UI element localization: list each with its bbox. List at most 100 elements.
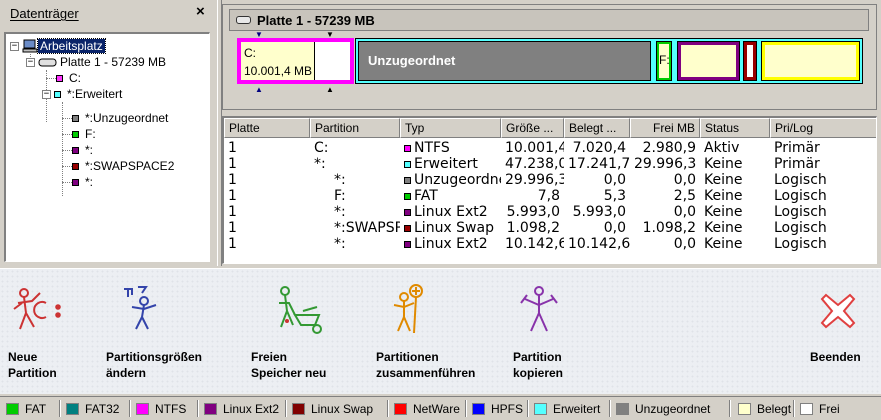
cell-status: Keine (704, 236, 743, 252)
legend-swatch (738, 403, 751, 415)
collapse-icon[interactable]: − (10, 41, 19, 51)
partition-block-unassigned[interactable]: Unzugeordnet (358, 41, 651, 81)
tool-label-line: Neue (8, 350, 38, 364)
merge-icon (393, 284, 423, 334)
cell-used: 5.993,0 (572, 204, 626, 220)
legend-item: FAT32 (66, 402, 119, 416)
partition-block-c[interactable]: C: 10.001,4 MB (237, 38, 354, 84)
partition-block-f[interactable]: F: (656, 41, 672, 81)
column-header-size[interactable]: Größe ... (501, 118, 564, 138)
cell-prilog: Logisch (774, 204, 827, 220)
partition-block-ext2[interactable] (677, 41, 740, 81)
cell-free: 2.980,9 (642, 140, 696, 156)
tree-item-partition[interactable]: *: (72, 174, 93, 190)
table-row[interactable]: 1 *: Linux Ext2 10.142,6 10.142,6 0,0 Keine Log… (224, 236, 876, 252)
cell-status: Aktiv (704, 140, 740, 156)
cell-type: Unzugeordnet (400, 172, 501, 188)
partition-bar: C: 10.001,4 MB Unzugeordnet F: (237, 38, 863, 84)
tree-item-computer[interactable]: − Arbeitsplatz (10, 38, 106, 54)
create-free-space-button[interactable]: Freien Speicher neu (245, 269, 355, 395)
column-header-partition[interactable]: Partition (310, 118, 400, 138)
tool-label-line: zusammenführen (376, 366, 476, 380)
cell-type: Linux Ext2 (400, 236, 501, 252)
tree-item-disk[interactable]: − Platte 1 - 57239 MB (26, 54, 166, 70)
cell-status: Keine (704, 204, 743, 220)
used-space-fill (765, 45, 856, 77)
hard-disk-icon (38, 58, 57, 67)
copy-partition-button[interactable]: Partition kopieren (505, 269, 605, 395)
wheelbarrow-icon (279, 286, 322, 334)
cell-type: Linux Ext2 (400, 204, 501, 220)
tree-item-partition[interactable]: *:SWAPSPACE2 (72, 158, 174, 174)
resize-partition-button[interactable]: Partitionsgrößen ändern (100, 269, 220, 395)
partition-block-extended[interactable]: Unzugeordnet F: (355, 38, 863, 84)
partition-table: Platte Partition Typ Größe ... Belegt ..… (222, 116, 877, 264)
tree-item-label: Platte 1 - 57239 MB (60, 55, 167, 69)
tree-item-partition[interactable]: *:Unzugeordnet (72, 110, 168, 126)
cell-partition: *: (334, 204, 346, 220)
legend-item: NetWare (394, 402, 460, 416)
merge-partitions-button[interactable]: Partitionen zusammenführen (370, 269, 500, 395)
legend-label: FAT32 (85, 402, 120, 416)
tool-label-line: kopieren (513, 366, 564, 380)
legend-item: Linux Swap (292, 402, 373, 416)
cell-size: 1.098,2 (506, 220, 560, 236)
cell-prilog: Primär (774, 156, 820, 172)
legend-swatch (292, 403, 305, 415)
action-toolbar: Neue Partition Partitionsgrößen ändern F… (0, 268, 881, 394)
close-icon[interactable]: × (196, 3, 205, 20)
table-row[interactable]: 1 *: Erweitert 47.238,0 17.241,7 29.996,3 Kein… (224, 156, 876, 172)
tree-item-partition[interactable]: C: (56, 70, 81, 86)
cell-size: 7,8 (537, 188, 560, 204)
legend-divider (197, 400, 199, 417)
legend-label: Linux Ext2 (223, 402, 280, 416)
cell-used: 5,3 (603, 188, 626, 204)
table-row[interactable]: 1 *: Unzugeordnet29.996,3 0,0 0,0 Keine Logisc… (224, 172, 876, 188)
legend-swatch (394, 403, 407, 415)
legend-swatch (472, 403, 485, 415)
tool-label-line: Partition (8, 366, 57, 380)
cell-partition: F: (334, 188, 346, 204)
legend-swatch (204, 403, 217, 415)
table-row[interactable]: 1 *: Linux Ext2 5.993,0 5.993,0 0,0 Keine Logis… (224, 204, 876, 220)
cell-used: 17.241,7 (568, 156, 630, 172)
collapse-icon[interactable]: − (26, 57, 35, 67)
partition-block-swap[interactable] (743, 41, 757, 81)
table-row[interactable]: 1 F: FAT 7,8 5,3 2,5 Keine Logisch (224, 188, 876, 204)
legend-label: Erweitert (553, 402, 601, 416)
legend-divider (729, 400, 731, 417)
cell-disk: 1 (228, 188, 237, 204)
cell-used: 0,0 (603, 220, 626, 236)
tree-item-extended[interactable]: − *:Erweitert (42, 86, 122, 102)
new-partition-button[interactable]: Neue Partition (0, 269, 90, 395)
legend-swatch (6, 403, 19, 415)
exit-button[interactable]: Beenden (800, 269, 880, 395)
tree-item-label: *:Erweitert (67, 87, 123, 101)
legend-swatch (616, 403, 629, 415)
legend-swatch (800, 403, 813, 415)
partition-color-icon (56, 74, 63, 82)
cell-prilog: Logisch (774, 220, 827, 236)
disk-tree: − Arbeitsplatz − Platte 1 - 57239 MB C: … (4, 32, 210, 262)
legend-divider (609, 400, 611, 417)
column-header-status[interactable]: Status (700, 118, 770, 138)
column-header-prilog[interactable]: Pri/Log (770, 118, 876, 138)
partition-color-icon (72, 146, 79, 154)
cell-size: 5.993,0 (506, 204, 560, 220)
cell-type: Linux Swap (400, 220, 501, 236)
cell-size: 29.996,3 (505, 172, 564, 188)
collapse-icon[interactable]: − (42, 89, 51, 99)
tree-item-partition[interactable]: *: (72, 142, 93, 158)
partition-block-ext2[interactable] (761, 41, 860, 81)
legend-label: Linux Swap (311, 402, 374, 416)
table-row[interactable]: 1 *:SWAPSPACE2 Linux Swap 1.098,2 0,0 1.098,2… (224, 220, 876, 236)
table-row[interactable]: 1 C: NTFS 10.001,4 7.020,4 2.980,9 Aktiv Primär (224, 140, 876, 156)
type-color-icon (404, 176, 411, 184)
column-header-free[interactable]: Frei MB (630, 118, 700, 138)
cell-partition: C: (314, 140, 329, 156)
tree-item-partition[interactable]: F: (72, 126, 96, 142)
column-header-disk[interactable]: Platte (224, 118, 310, 138)
disk-tree-panel: Datenträger × − Arbeitsplatz − Platte 1 … (0, 0, 217, 266)
column-header-type[interactable]: Typ (400, 118, 501, 138)
column-header-used[interactable]: Belegt ... (564, 118, 630, 138)
